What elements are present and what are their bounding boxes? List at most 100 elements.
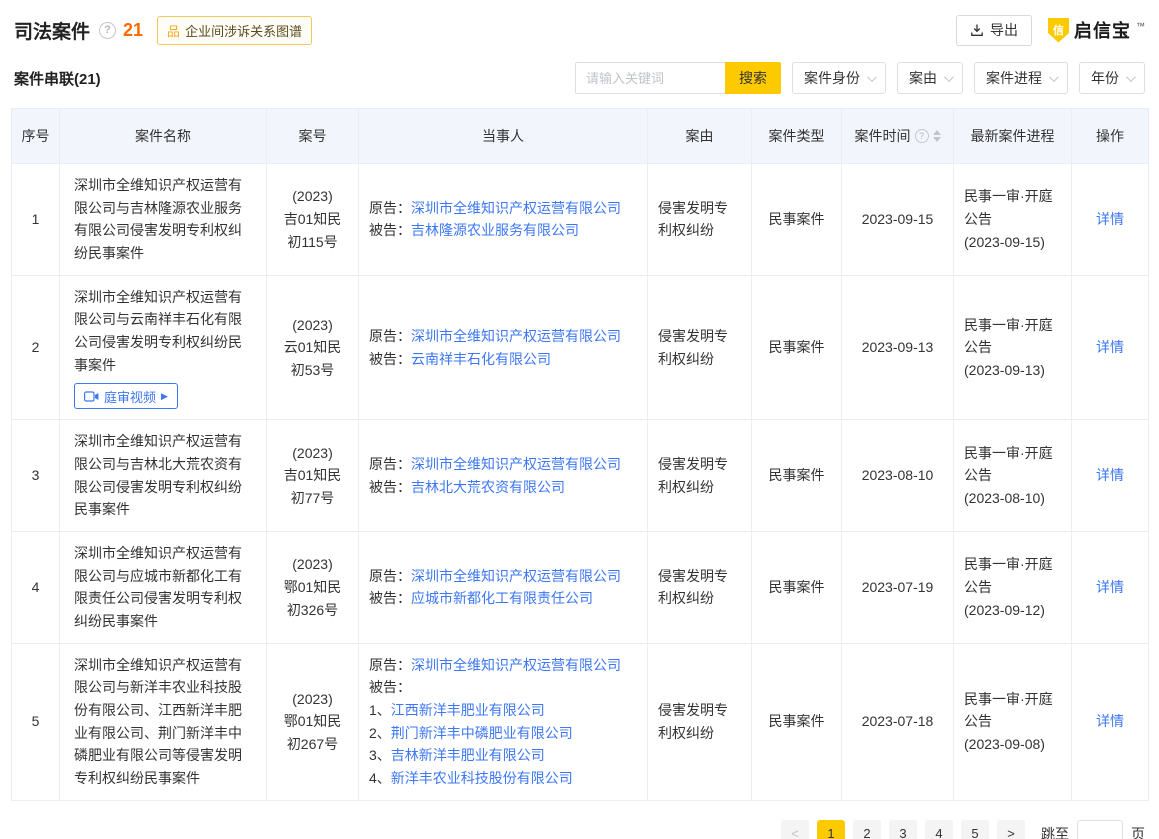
col-header-case-time: 案件时间 ?	[842, 109, 954, 164]
table-row: 3深圳市全维知识产权运营有限公司与吉林北大荒农资有限公司侵害发明专利权纠纷民事案…	[12, 420, 1149, 532]
case-name-cell: 深圳市全维知识产权运营有限公司与应城市新都化工有限责任公司侵害发明专利权纠纷民事…	[60, 532, 267, 644]
party-company-link[interactable]: 深圳市全维知识产权运营有限公司	[411, 568, 621, 584]
case-time: 2023-09-13	[842, 275, 954, 420]
table-row: 2深圳市全维知识产权运营有限公司与云南祥丰石化有限公司侵害发明专利权纠纷民事案件…	[12, 275, 1149, 420]
party-company-link[interactable]: 江西新洋丰肥业有限公司	[391, 702, 545, 718]
party-role-label: 被告：	[369, 590, 411, 606]
party-company-link[interactable]: 吉林新洋丰肥业有限公司	[391, 747, 545, 763]
case-seq: 5	[12, 643, 60, 800]
chevron-down-icon	[1049, 72, 1059, 82]
download-icon	[970, 23, 984, 37]
party-line: 3、吉林新洋丰肥业有限公司	[369, 744, 637, 767]
detail-link[interactable]: 详情	[1096, 467, 1124, 483]
case-progress: 民事一审·开庭公告 (2023-08-10)	[954, 420, 1072, 532]
party-role-label: 3、	[369, 747, 391, 763]
party-company-link[interactable]: 吉林北大荒农资有限公司	[411, 479, 565, 495]
party-line: 被告：应城市新都化工有限责任公司	[369, 587, 637, 610]
org-chart-icon: 品	[167, 21, 180, 40]
jump-page-input[interactable]	[1077, 820, 1123, 839]
help-icon[interactable]: ?	[99, 22, 116, 39]
case-cause: 侵害发明专利权纠纷	[648, 420, 752, 532]
party-line: 被告：	[369, 676, 637, 699]
party-company-link[interactable]: 深圳市全维知识产权运营有限公司	[411, 328, 621, 344]
page-button-4[interactable]: 4	[925, 820, 953, 839]
case-name: 深圳市全维知识产权运营有限公司与吉林北大荒农资有限公司侵害发明专利权纠纷民事案件	[74, 430, 252, 521]
case-name-cell: 深圳市全维知识产权运营有限公司与新洋丰农业科技股份有限公司、江西新洋丰肥业有限公…	[60, 643, 267, 800]
sort-icon[interactable]	[933, 130, 941, 142]
search-button[interactable]: 搜索	[725, 62, 781, 94]
detail-link[interactable]: 详情	[1096, 211, 1124, 227]
page-button-3[interactable]: 3	[889, 820, 917, 839]
brand-trademark: ™	[1136, 21, 1145, 31]
case-seq: 4	[12, 532, 60, 644]
party-company-link[interactable]: 深圳市全维知识产权运营有限公司	[411, 456, 621, 472]
brand-name: 启信宝	[1074, 17, 1131, 43]
page-title: 司法案件	[14, 17, 90, 44]
party-line: 原告：深圳市全维知识产权运营有限公司	[369, 654, 637, 677]
case-time: 2023-07-18	[842, 643, 954, 800]
party-role-label: 原告：	[369, 657, 411, 673]
dropdown-case-role[interactable]: 案件身份	[792, 62, 886, 94]
section-title: 案件串联(21)	[14, 68, 101, 89]
party-company-link[interactable]: 深圳市全维知识产权运营有限公司	[411, 200, 621, 216]
party-line: 原告：深圳市全维知识产权运营有限公司	[369, 197, 637, 220]
search-group: 搜索	[575, 62, 781, 94]
party-role-label: 2、	[369, 725, 391, 741]
parties-cell: 原告：深圳市全维知识产权运营有限公司被告：吉林北大荒农资有限公司	[359, 420, 648, 532]
case-progress: 民事一审·开庭公告 (2023-09-12)	[954, 532, 1072, 644]
dropdown-year-label: 年份	[1091, 68, 1119, 88]
case-time: 2023-08-10	[842, 420, 954, 532]
case-seq: 3	[12, 420, 60, 532]
party-role-label: 被告：	[369, 679, 411, 695]
party-line: 被告：云南祥丰石化有限公司	[369, 348, 637, 371]
case-type: 民事案件	[752, 532, 842, 644]
page-button-2[interactable]: 2	[853, 820, 881, 839]
detail-link[interactable]: 详情	[1096, 713, 1124, 729]
col-header-case-type: 案件类型	[752, 109, 842, 164]
action-cell: 详情	[1072, 643, 1149, 800]
chevron-down-icon	[944, 72, 954, 82]
case-table-body: 1深圳市全维知识产权运营有限公司与吉林隆源农业服务有限公司侵害发明专利权纠纷民事…	[12, 164, 1149, 801]
dropdown-year[interactable]: 年份	[1079, 62, 1145, 94]
litigation-graph-button[interactable]: 品 企业间涉诉关系图谱	[157, 16, 312, 45]
dropdown-cause[interactable]: 案由	[897, 62, 963, 94]
party-company-link[interactable]: 云南祥丰石化有限公司	[411, 351, 551, 367]
next-page-button[interactable]: >	[997, 820, 1025, 839]
case-progress: 民事一审·开庭公告 (2023-09-15)	[954, 164, 1072, 276]
case-name: 深圳市全维知识产权运营有限公司与新洋丰农业科技股份有限公司、江西新洋丰肥业有限公…	[74, 654, 252, 790]
trial-video-button[interactable]: 庭审视频▶	[74, 383, 178, 409]
case-time: 2023-09-15	[842, 164, 954, 276]
col-header-seq: 序号	[12, 109, 60, 164]
action-cell: 详情	[1072, 275, 1149, 420]
dropdown-case-progress[interactable]: 案件进程	[974, 62, 1068, 94]
party-company-link[interactable]: 应城市新都化工有限责任公司	[411, 590, 593, 606]
case-progress: 民事一审·开庭公告 (2023-09-13)	[954, 275, 1072, 420]
action-cell: 详情	[1072, 532, 1149, 644]
case-type: 民事案件	[752, 420, 842, 532]
page-button-1[interactable]: 1	[817, 820, 845, 839]
party-company-link[interactable]: 深圳市全维知识产权运营有限公司	[411, 657, 621, 673]
parties-cell: 原告：深圳市全维知识产权运营有限公司被告：云南祥丰石化有限公司	[359, 275, 648, 420]
search-input[interactable]	[575, 62, 725, 94]
detail-link[interactable]: 详情	[1096, 579, 1124, 595]
party-company-link[interactable]: 新洋丰农业科技股份有限公司	[391, 770, 573, 786]
party-company-link[interactable]: 吉林隆源农业服务有限公司	[411, 222, 579, 238]
case-time-label: 案件时间	[855, 126, 911, 146]
col-header-parties: 当事人	[359, 109, 648, 164]
prev-page-button[interactable]: <	[781, 820, 809, 839]
parties-cell: 原告：深圳市全维知识产权运营有限公司被告：应城市新都化工有限责任公司	[359, 532, 648, 644]
party-line: 被告：吉林隆源农业服务有限公司	[369, 219, 637, 242]
col-header-cause: 案由	[648, 109, 752, 164]
jump-label: 跳至	[1041, 824, 1069, 839]
brand-shield-glyph: 信	[1053, 22, 1064, 38]
case-cause: 侵害发明专利权纠纷	[648, 275, 752, 420]
party-company-link[interactable]: 荆门新洋丰中磷肥业有限公司	[391, 725, 573, 741]
case-name: 深圳市全维知识产权运营有限公司与云南祥丰石化有限公司侵害发明专利权纠纷民事案件	[74, 286, 252, 377]
parties-cell: 原告：深圳市全维知识产权运营有限公司被告：1、江西新洋丰肥业有限公司2、荆门新洋…	[359, 643, 648, 800]
party-line: 2、荆门新洋丰中磷肥业有限公司	[369, 722, 637, 745]
export-button[interactable]: 导出	[956, 15, 1032, 46]
page-unit-label: 页	[1131, 824, 1145, 839]
page-button-5[interactable]: 5	[961, 820, 989, 839]
case-time-help-icon[interactable]: ?	[915, 129, 929, 143]
detail-link[interactable]: 详情	[1096, 339, 1124, 355]
